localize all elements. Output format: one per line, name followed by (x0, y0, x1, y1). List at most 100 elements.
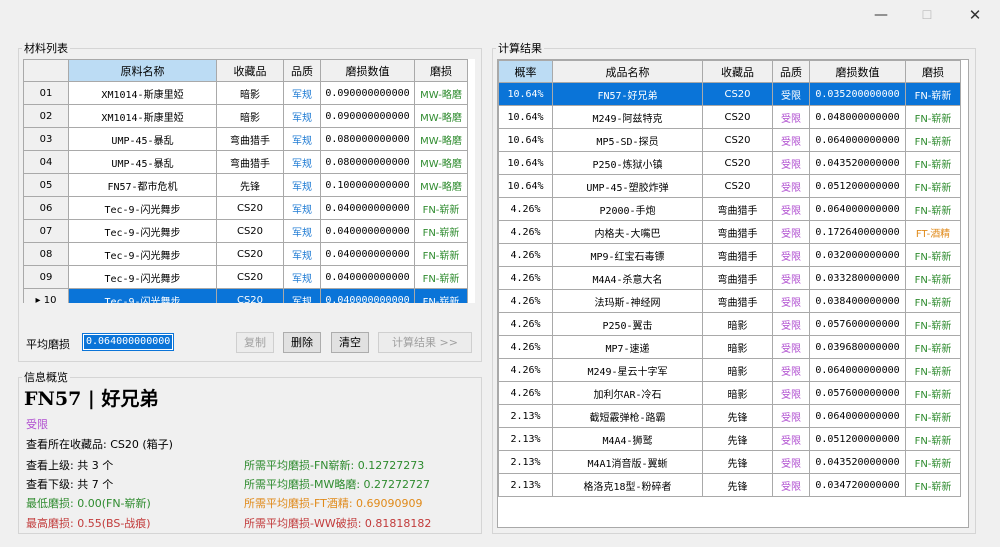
clear-button[interactable]: 清空 (331, 332, 369, 353)
wear-cell[interactable]: FN-崭新 (905, 174, 961, 198)
collection-cell[interactable]: 暗影 (216, 81, 284, 105)
product-name-cell[interactable]: M249-阿兹特克 (552, 105, 703, 129)
probability-cell[interactable]: 10.64% (498, 105, 553, 129)
float-cell[interactable]: 0.034720000000 (809, 473, 906, 497)
quality-cell[interactable]: 受限 (772, 151, 810, 175)
float-cell[interactable]: 0.051200000000 (809, 427, 906, 451)
probability-cell[interactable]: 10.64% (498, 174, 553, 198)
float-cell[interactable]: 0.040000000000 (320, 288, 415, 303)
product-name-cell[interactable]: M4A4-杀意大名 (552, 266, 703, 290)
wear-cell[interactable]: FN-崭新 (414, 265, 468, 289)
table-row[interactable]: 2.13% 格洛克18型-粉碎者 先锋 受限 0.034720000000 FN… (498, 473, 961, 497)
product-name-cell[interactable]: M4A4-狮鹫 (552, 427, 703, 451)
wear-cell[interactable]: MW-略磨 (414, 150, 468, 174)
collection-cell[interactable]: 弯曲猎手 (216, 127, 284, 151)
wear-cell[interactable]: FN-崭新 (905, 289, 961, 313)
product-name-cell[interactable]: P250-炼狱小镇 (552, 151, 703, 175)
quality-cell[interactable]: 军规 (283, 265, 321, 289)
wear-cell[interactable]: FN-崭新 (905, 450, 961, 474)
row-number[interactable]: 01 (23, 81, 69, 105)
row-number[interactable]: 06 (23, 196, 69, 220)
quality-cell[interactable]: 军规 (283, 242, 321, 266)
row-number[interactable]: 09 (23, 265, 69, 289)
float-cell[interactable]: 0.040000000000 (320, 242, 415, 266)
probability-cell[interactable]: 4.26% (498, 266, 553, 290)
float-cell[interactable]: 0.100000000000 (320, 173, 415, 197)
float-cell[interactable]: 0.080000000000 (320, 127, 415, 151)
material-name-cell[interactable]: FN57-都市危机 (68, 173, 217, 197)
quality-cell[interactable]: 军规 (283, 173, 321, 197)
row-number[interactable]: 08 (23, 242, 69, 266)
collection-cell[interactable]: 暗影 (702, 335, 773, 359)
column-header-product-name[interactable]: 成品名称 (552, 60, 703, 83)
material-name-cell[interactable]: Tec-9-闪光舞步 (68, 288, 217, 303)
float-cell[interactable]: 0.040000000000 (320, 219, 415, 243)
wear-cell[interactable]: FN-崭新 (414, 242, 468, 266)
quality-cell[interactable]: 受限 (772, 289, 810, 313)
table-row[interactable]: 4.26% P2000-手炮 弯曲猎手 受限 0.064000000000 FN… (498, 197, 961, 221)
row-number[interactable]: 05 (23, 173, 69, 197)
calculate-results-button[interactable]: 计算结果 >> (378, 332, 472, 353)
quality-cell[interactable]: 受限 (772, 312, 810, 336)
collection-cell[interactable]: 先锋 (216, 173, 284, 197)
float-cell[interactable]: 0.040000000000 (320, 265, 415, 289)
quality-cell[interactable]: 受限 (772, 427, 810, 451)
collection-cell[interactable]: 先锋 (702, 473, 773, 497)
collection-cell[interactable]: CS20 (216, 265, 284, 289)
float-cell[interactable]: 0.057600000000 (809, 312, 906, 336)
collection-cell[interactable]: 暗影 (702, 358, 773, 382)
table-row[interactable]: 4.26% MP9-红宝石毒镖 弯曲猎手 受限 0.032000000000 F… (498, 243, 961, 267)
material-name-cell[interactable]: XM1014-斯康里婭 (68, 81, 217, 105)
collection-cell[interactable]: 暗影 (216, 104, 284, 128)
column-header-float[interactable]: 磨损数值 (320, 59, 415, 82)
collection-cell[interactable]: 先锋 (702, 427, 773, 451)
table-row[interactable]: 4.26% P250-翼击 暗影 受限 0.057600000000 FN-崭新 (498, 312, 961, 336)
table-row[interactable]: 07 Tec-9-闪光舞步 CS20 军规 0.040000000000 FN-… (23, 219, 468, 243)
row-number[interactable]: 07 (23, 219, 69, 243)
table-row[interactable]: 06 Tec-9-闪光舞步 CS20 军规 0.040000000000 FN-… (23, 196, 468, 220)
quality-cell[interactable]: 军规 (283, 196, 321, 220)
product-name-cell[interactable]: 加利尔AR-冷石 (552, 381, 703, 405)
table-row[interactable]: 4.26% MP7-速递 暗影 受限 0.039680000000 FN-崭新 (498, 335, 961, 359)
table-row[interactable]: 10.64% UMP-45-塑胶炸弹 CS20 受限 0.05120000000… (498, 174, 961, 198)
float-cell[interactable]: 0.035200000000 (809, 82, 906, 106)
collection-cell[interactable]: 先锋 (702, 404, 773, 428)
float-cell[interactable]: 0.090000000000 (320, 104, 415, 128)
product-name-cell[interactable]: 内格夫-大嘴巴 (552, 220, 703, 244)
probability-cell[interactable]: 4.26% (498, 289, 553, 313)
column-header-quality[interactable]: 品质 (772, 60, 810, 83)
float-cell[interactable]: 0.032000000000 (809, 243, 906, 267)
wear-cell[interactable]: FN-崭新 (905, 128, 961, 152)
column-header-material-name[interactable]: 原料名称 (68, 59, 217, 82)
wear-cell[interactable]: FN-崭新 (905, 335, 961, 359)
table-row[interactable]: 4.26% 内格夫-大嘴巴 弯曲猎手 受限 0.172640000000 FT-… (498, 220, 961, 244)
column-header-collection[interactable]: 收藏品 (216, 59, 284, 82)
collection-cell[interactable]: CS20 (216, 288, 284, 303)
column-header-probability[interactable]: 概率 (498, 60, 553, 83)
probability-cell[interactable]: 10.64% (498, 82, 553, 106)
lower-tier-link[interactable]: 查看下级: 共 7 个 (26, 476, 113, 492)
product-name-cell[interactable]: MP5-SD-探员 (552, 128, 703, 152)
collection-cell[interactable]: 暗影 (702, 312, 773, 336)
probability-cell[interactable]: 4.26% (498, 381, 553, 405)
quality-cell[interactable]: 受限 (772, 220, 810, 244)
material-name-cell[interactable]: UMP-45-暴乱 (68, 150, 217, 174)
product-name-cell[interactable]: 格洛克18型-粉碎者 (552, 473, 703, 497)
product-name-cell[interactable]: M4A1消音版-翼蜥 (552, 450, 703, 474)
float-cell[interactable]: 0.033280000000 (809, 266, 906, 290)
product-name-cell[interactable]: 截短霰弹枪-路霸 (552, 404, 703, 428)
wear-cell[interactable]: FN-崭新 (905, 312, 961, 336)
copy-button[interactable]: 复制 (236, 332, 274, 353)
table-row[interactable]: 2.13% 截短霰弹枪-路霸 先锋 受限 0.064000000000 FN-崭… (498, 404, 961, 428)
collection-link[interactable]: 查看所在收藏品: CS20 (箱子) (26, 436, 173, 452)
float-cell[interactable]: 0.051200000000 (809, 174, 906, 198)
probability-cell[interactable]: 10.64% (498, 128, 553, 152)
float-cell[interactable]: 0.064000000000 (809, 358, 906, 382)
collection-cell[interactable]: 弯曲猎手 (702, 266, 773, 290)
wear-cell[interactable]: FN-崭新 (905, 427, 961, 451)
collection-cell[interactable]: CS20 (702, 105, 773, 129)
float-cell[interactable]: 0.040000000000 (320, 196, 415, 220)
quality-cell[interactable]: 受限 (772, 174, 810, 198)
wear-cell[interactable]: FN-崭新 (905, 381, 961, 405)
column-header-quality[interactable]: 品质 (283, 59, 321, 82)
